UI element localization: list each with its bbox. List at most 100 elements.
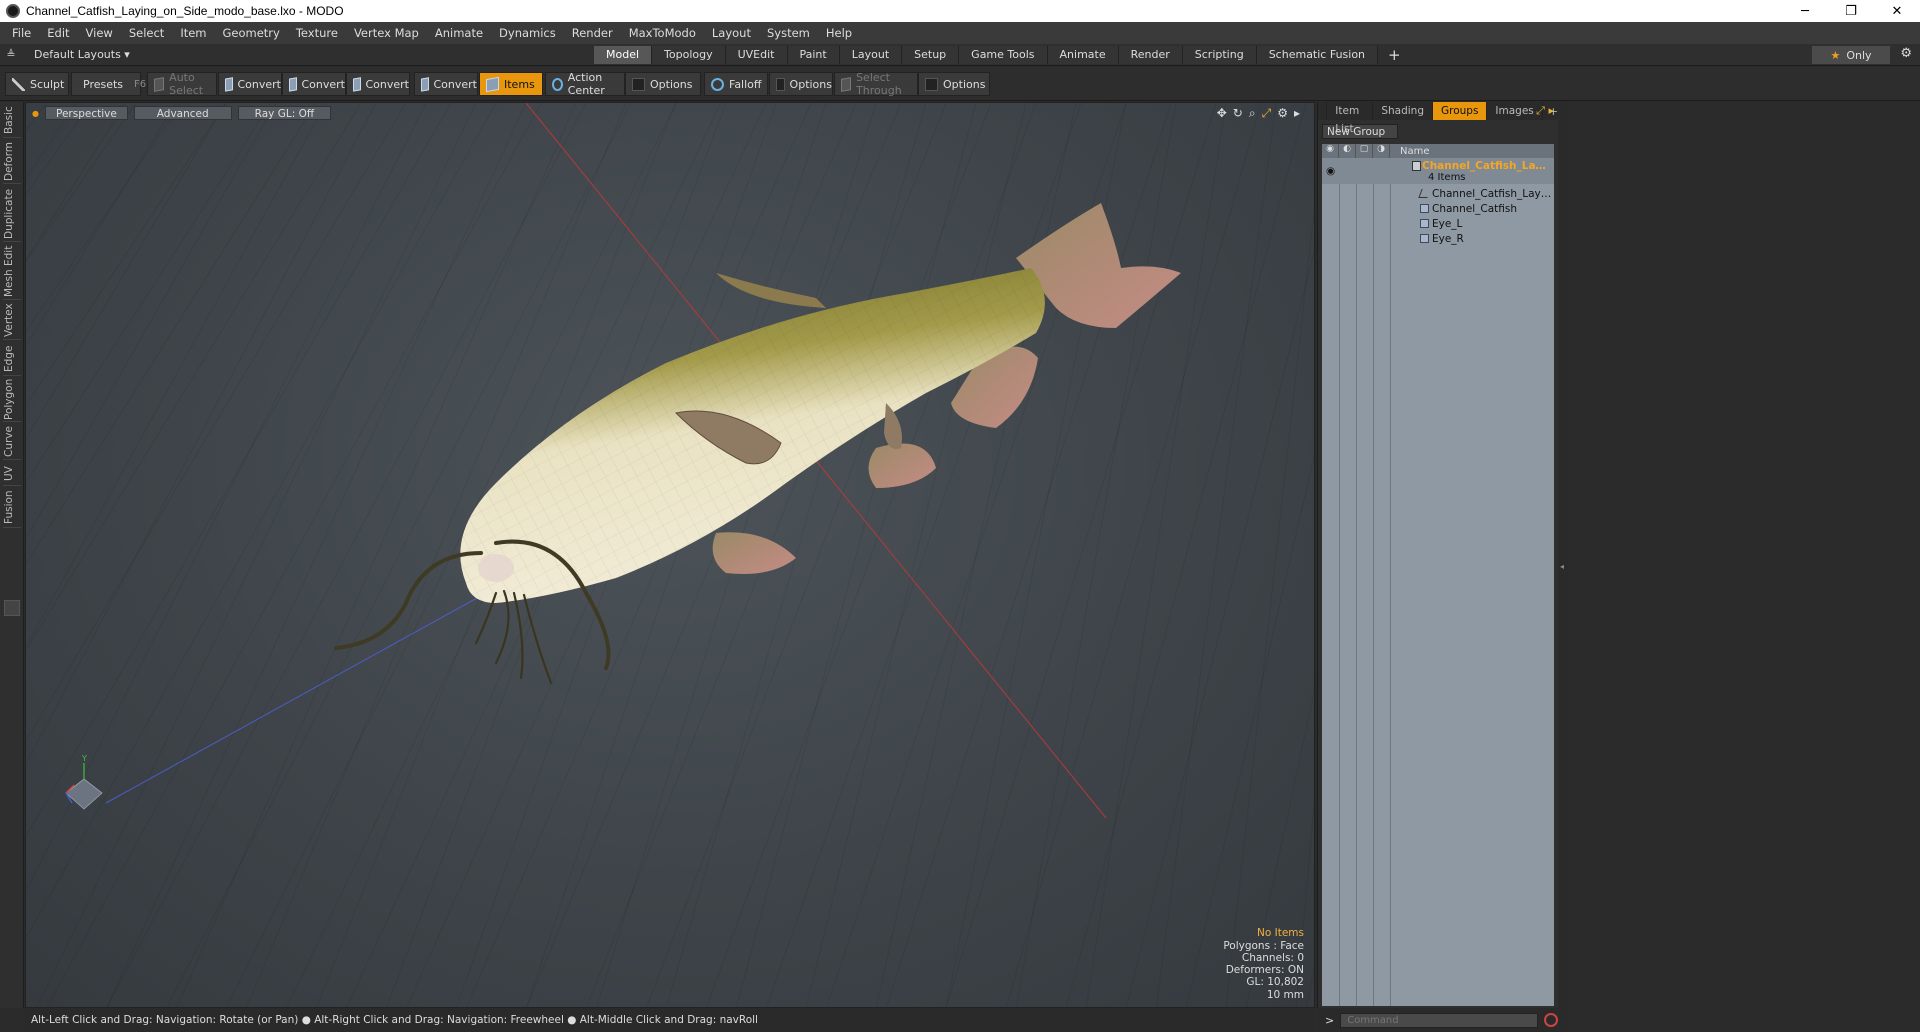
tab-groups[interactable]: Groups [1432, 102, 1488, 120]
polygons-info: Polygons : Face [1223, 939, 1304, 952]
render-column-icon[interactable]: ◐ [1339, 144, 1356, 158]
record-macro-icon[interactable] [1544, 1013, 1558, 1027]
tab-uv[interactable]: UV [3, 462, 21, 486]
menu-system[interactable]: System [759, 26, 818, 40]
catfish-model[interactable] [334, 203, 1181, 685]
collapse-arrow-icon[interactable]: ◂ [1560, 562, 1564, 571]
items-mode-button[interactable]: Items [479, 72, 543, 96]
only-toggle-button[interactable]: ★ Only [1812, 46, 1890, 64]
tab-render[interactable]: Render [1118, 45, 1183, 64]
sculpt-button[interactable]: Sculpt [5, 72, 69, 96]
menu-geometry[interactable]: Geometry [215, 26, 288, 40]
shading-mode-button[interactable]: Advanced [133, 106, 232, 120]
maximize-button[interactable]: ❐ [1828, 0, 1874, 22]
menu-render[interactable]: Render [564, 26, 621, 40]
tab-basic[interactable]: Basic [3, 104, 21, 138]
tree-item-channel-catfish[interactable]: Channel_Catfish [1322, 201, 1554, 216]
tab-polygon[interactable]: Polygon [3, 378, 21, 422]
tree-item-eye-r[interactable]: Eye_R [1322, 231, 1554, 246]
menu-view[interactable]: View [78, 26, 121, 40]
viewport-scene[interactable]: Y [26, 103, 1315, 1008]
select-through-button[interactable]: Select Through [834, 71, 918, 97]
menu-animate[interactable]: Animate [427, 26, 491, 40]
grid-line [26, 103, 327, 648]
tab-curve[interactable]: Curve [3, 424, 21, 460]
menu-edit[interactable]: Edit [39, 26, 77, 40]
menu-file[interactable]: File [4, 26, 39, 40]
panel-expand-icon[interactable]: ⤢ ▸ [1536, 104, 1554, 118]
tab-mesh-edit[interactable]: Mesh Edit [3, 244, 21, 300]
grid-line [666, 103, 927, 1007]
action-center-button[interactable]: Action Center [545, 71, 625, 97]
group-visibility-icon[interactable]: ◉ [1326, 165, 1336, 177]
tab-scripting[interactable]: Scripting [1182, 45, 1257, 64]
menu-texture[interactable]: Texture [288, 26, 346, 40]
tab-model[interactable]: Model [594, 45, 653, 64]
tab-topology[interactable]: Topology [652, 45, 726, 64]
convert-button-1[interactable]: Convert [218, 72, 282, 96]
group-name: Channel_Catfish_Laying_ ... [1422, 160, 1552, 172]
command-history-icon[interactable]: > [1325, 1014, 1334, 1027]
maximize-viewport-icon[interactable]: ⤢ [1262, 106, 1272, 121]
layout-toggle-icon[interactable]: ≜ [0, 48, 22, 61]
presets-button[interactable]: Presets F6 [71, 72, 146, 96]
grid-line [26, 103, 47, 132]
action-center-options-button[interactable]: Options [625, 72, 701, 96]
tab-fusion[interactable]: Fusion [3, 488, 21, 528]
select-column-icon[interactable]: ◑ [1373, 144, 1390, 158]
tree-item-scene-locator[interactable]: Channel_Catfish_Laying_on... [1322, 186, 1554, 201]
tab-schematic-fusion[interactable]: Schematic Fusion [1256, 45, 1379, 64]
menu-maxtomodo[interactable]: MaxToModo [621, 26, 704, 40]
raygl-button[interactable]: Ray GL: Off [237, 106, 332, 120]
toolbox-toggle-button[interactable] [4, 600, 20, 616]
group-count: 4 Items [1428, 172, 1466, 183]
select-through-options-button[interactable]: Options [918, 72, 990, 96]
viewport-settings-icon[interactable]: ⚙ [1277, 106, 1288, 121]
tab-vertex[interactable]: Vertex [3, 302, 21, 340]
add-layout-tab-icon[interactable]: + [1388, 46, 1401, 64]
viewport-menu-dot-icon[interactable]: ● [32, 109, 39, 118]
layouts-dropdown[interactable]: Default Layouts ▾ [34, 48, 594, 61]
tree-item-eye-l[interactable]: Eye_L [1322, 216, 1554, 231]
tab-duplicate[interactable]: Duplicate [3, 186, 21, 242]
pan-icon[interactable]: ✥ [1217, 106, 1227, 121]
convert-button-4[interactable]: Convert [414, 72, 478, 96]
tab-setup[interactable]: Setup [902, 45, 960, 64]
tab-deform[interactable]: Deform [3, 140, 21, 184]
menu-layout[interactable]: Layout [704, 26, 759, 40]
tab-layout[interactable]: Layout [839, 45, 903, 64]
title-bar: Channel_Catfish_Laying_on_Side_modo_base… [0, 0, 1920, 22]
auto-select-button[interactable]: Auto Select [147, 71, 217, 97]
convert-button-2[interactable]: Convert [282, 72, 346, 96]
falloff-options-button[interactable]: Options [769, 72, 833, 96]
visibility-column-icon[interactable]: ◉ [1322, 144, 1339, 158]
panel-menu-icon[interactable] [1318, 102, 1328, 120]
menu-vertex-map[interactable]: Vertex Map [346, 26, 427, 40]
command-input[interactable] [1340, 1012, 1539, 1028]
viewport-more-icon[interactable]: ▸ [1294, 106, 1300, 121]
rotate-icon[interactable]: ↻ [1233, 106, 1243, 121]
falloff-button[interactable]: Falloff [704, 72, 768, 96]
new-group-button[interactable]: New Group [1322, 124, 1398, 139]
close-button[interactable]: ✕ [1874, 0, 1920, 22]
gear-icon[interactable]: ⚙ [1900, 46, 1912, 61]
tab-images[interactable]: Images [1487, 102, 1543, 120]
menu-help[interactable]: Help [818, 26, 860, 40]
menu-item[interactable]: Item [172, 26, 214, 40]
menu-select[interactable]: Select [121, 26, 172, 40]
tab-animate[interactable]: Animate [1047, 45, 1119, 64]
tab-shading[interactable]: Shading [1373, 102, 1433, 120]
tab-paint[interactable]: Paint [787, 45, 840, 64]
tab-uvedit[interactable]: UVEdit [725, 45, 788, 64]
group-row[interactable]: ◉ Channel_Catfish_Laying_ ... 4 Items [1322, 158, 1554, 184]
zoom-icon[interactable]: ⌕ [1249, 106, 1256, 121]
menu-dynamics[interactable]: Dynamics [491, 26, 564, 40]
minimize-button[interactable]: ─ [1782, 0, 1828, 22]
tab-game-tools[interactable]: Game Tools [959, 45, 1048, 64]
3d-viewport[interactable]: Y ● Perspective Advanced Ray GL: Off ✥ ↻… [25, 102, 1315, 1008]
tab-edge[interactable]: Edge [3, 342, 21, 376]
convert-button-3[interactable]: Convert [346, 72, 410, 96]
view-mode-button[interactable]: Perspective [44, 106, 128, 120]
lock-column-icon[interactable]: ▢ [1356, 144, 1373, 158]
tab-item-list[interactable]: Item List [1327, 102, 1374, 135]
